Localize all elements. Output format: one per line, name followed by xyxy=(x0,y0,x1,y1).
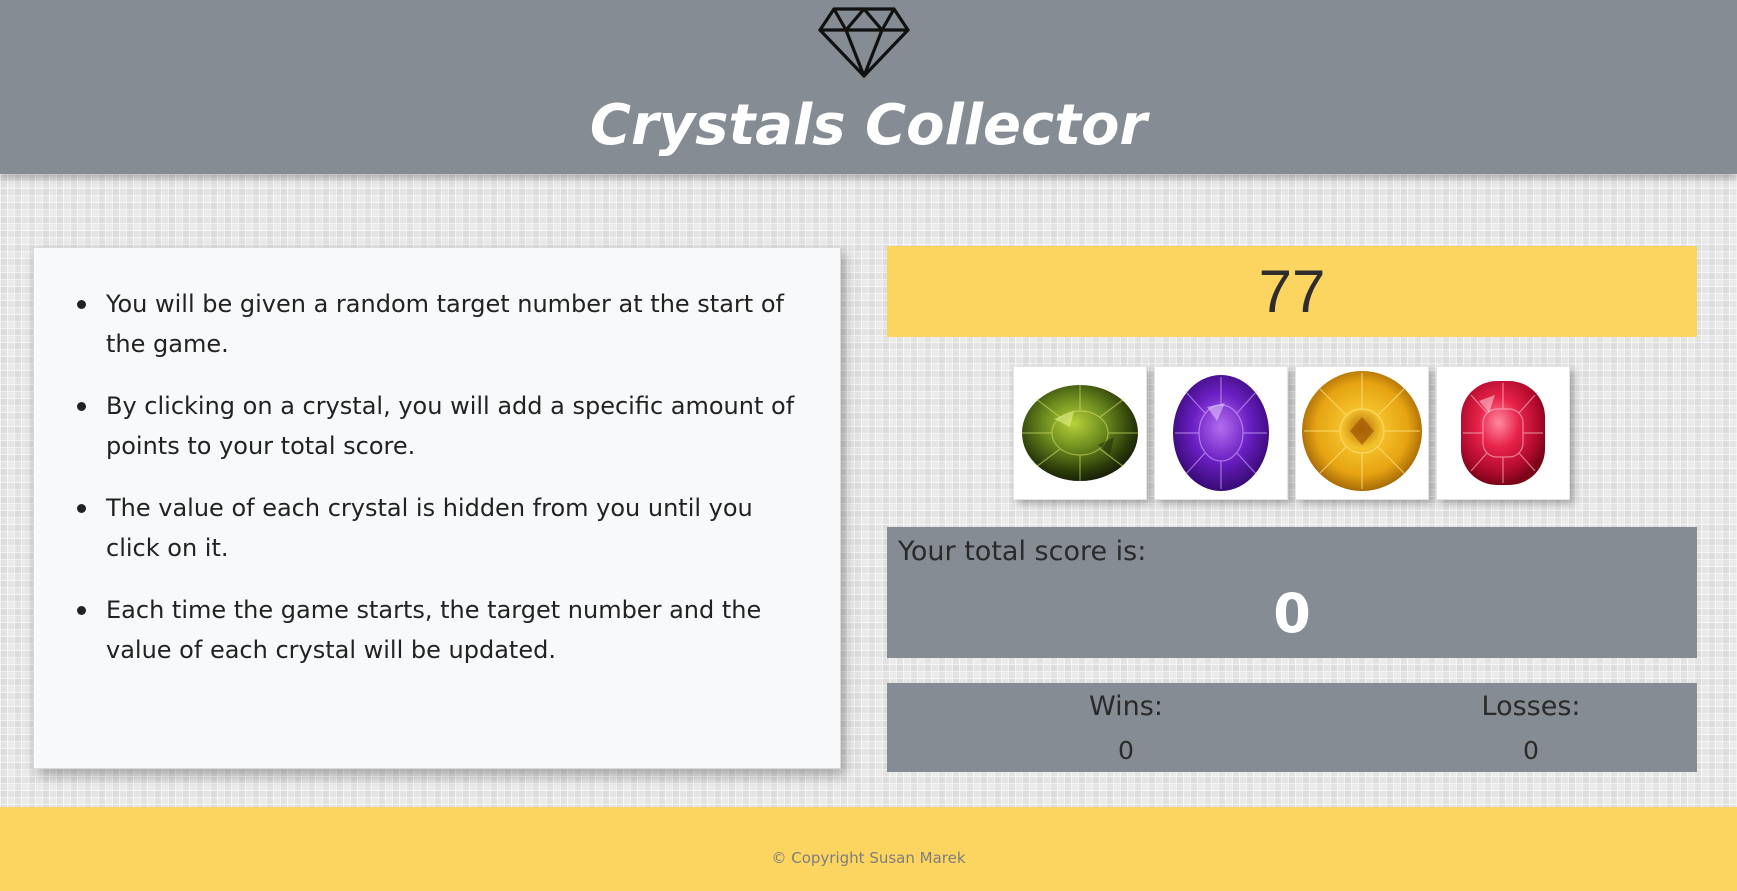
wins-value: 0 xyxy=(1118,736,1134,765)
record-panel: Wins: 0 Losses: 0 xyxy=(887,683,1697,772)
wins-column: Wins: 0 xyxy=(976,687,1276,771)
instructions-list: You will be given a random target number… xyxy=(77,284,796,692)
green-crystal-icon xyxy=(1022,385,1138,481)
bullet-icon xyxy=(77,606,86,615)
yellow-crystal-icon xyxy=(1302,371,1422,491)
score-value: 0 xyxy=(1273,582,1311,645)
bullet-icon xyxy=(77,300,86,309)
purple-crystal-icon xyxy=(1173,375,1269,491)
instruction-text: Each time the game starts, the target nu… xyxy=(106,596,762,664)
score-label: Your total score is: xyxy=(898,536,1147,567)
target-number: 77 xyxy=(887,246,1697,337)
instruction-text: You will be given a random target number… xyxy=(106,290,784,358)
instruction-text: By clicking on a crystal, you will add a… xyxy=(106,392,795,460)
bullet-icon xyxy=(77,504,86,513)
instruction-item: Each time the game starts, the target nu… xyxy=(77,590,796,670)
diamond-outline-icon xyxy=(818,7,910,78)
page-header: Crystals Collector xyxy=(0,0,1737,174)
purple-crystal-button[interactable] xyxy=(1154,366,1288,500)
instruction-item: The value of each crystal is hidden from… xyxy=(77,488,796,568)
losses-value: 0 xyxy=(1523,736,1539,765)
instruction-text: The value of each crystal is hidden from… xyxy=(106,494,753,562)
red-crystal-icon xyxy=(1461,381,1545,485)
losses-column: Losses: 0 xyxy=(1381,687,1681,771)
red-crystal-button[interactable] xyxy=(1436,366,1570,500)
copyright-text: © Copyright Susan Marek xyxy=(771,849,966,867)
page-footer: © Copyright Susan Marek xyxy=(0,807,1737,891)
bullet-icon xyxy=(77,402,86,411)
losses-label: Losses: xyxy=(1481,691,1581,722)
wins-label: Wins: xyxy=(1089,691,1163,722)
instructions-panel: You will be given a random target number… xyxy=(33,247,841,769)
yellow-crystal-button[interactable] xyxy=(1295,366,1429,500)
instruction-item: By clicking on a crystal, you will add a… xyxy=(77,386,796,466)
page-title: Crystals Collector xyxy=(589,93,1148,158)
green-crystal-button[interactable] xyxy=(1013,366,1147,500)
score-panel: Your total score is: 0 xyxy=(887,527,1697,658)
instruction-item: You will be given a random target number… xyxy=(77,284,796,364)
